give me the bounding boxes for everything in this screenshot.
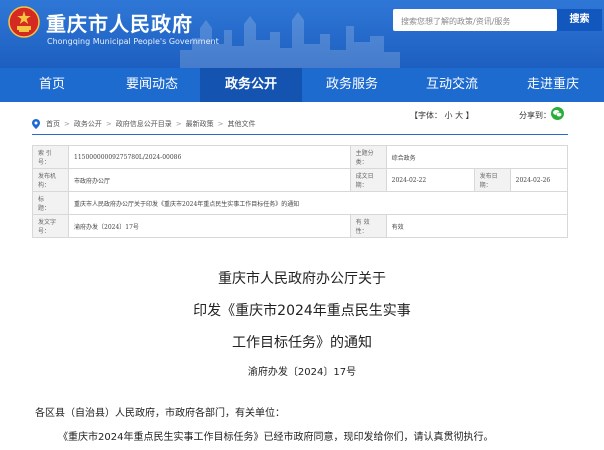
doc-number-value: 渝府办发〔2024〕17号: [68, 214, 351, 238]
nav-item-interaction[interactable]: 互动交流: [402, 68, 502, 102]
search-button[interactable]: 搜索: [557, 9, 602, 31]
site-title[interactable]: 重庆市人民政府: [46, 8, 193, 37]
title-value: 重庆市人民政府办公厅关于印发《重庆市2024年重点民生实事工作目标任务》的通知: [68, 191, 568, 215]
category-value: 综合政务: [385, 145, 569, 169]
nav-item-home[interactable]: 首页: [0, 68, 104, 102]
doc-number-label: 发文字号：: [32, 214, 69, 238]
national-emblem-icon[interactable]: [8, 6, 40, 38]
header-divider: [32, 134, 568, 135]
search-input[interactable]: [393, 10, 549, 33]
document-title-line-2: 印发《重庆市2024年重点民生实事: [193, 303, 411, 319]
skyline-decoration: [180, 12, 400, 68]
site-header: 重庆市人民政府 Chongqing Municipal People's Gov…: [0, 0, 604, 68]
issuer-label: 发布机构：: [32, 168, 69, 192]
wechat-icon[interactable]: [551, 107, 564, 120]
breadcrumb-separator: >: [105, 120, 112, 128]
validity-value: 有效: [385, 214, 569, 238]
index-value: 11500000009275780L/2024-00086: [68, 145, 351, 169]
font-large-button[interactable]: 大: [455, 111, 463, 120]
document-number: 渝府办发〔2024〕17号: [247, 367, 357, 378]
nav-item-gov-services[interactable]: 政务服务: [302, 68, 402, 102]
breadcrumb-latest-policy[interactable]: 最新政策: [186, 119, 214, 129]
issuer-value: 市政府办公厅: [68, 168, 351, 192]
nav-item-gov-affairs[interactable]: 政务公开: [200, 68, 302, 102]
document-title-line-3: 工作目标任务》的通知: [232, 335, 372, 351]
search-box: [393, 9, 557, 33]
document-metadata-table: 索 引 号： 11500000009275780L/2024-00086 主题分…: [32, 145, 569, 238]
document-salutation: 各区县（自治县）人民政府，市政府各部门，有关单位：: [35, 408, 285, 419]
font-size-label: 【字体：: [410, 111, 442, 120]
nav-item-news[interactable]: 要闻动态: [104, 68, 200, 102]
breadcrumb-separator: >: [217, 120, 224, 128]
index-label: 索 引 号：: [32, 145, 69, 169]
category-label: 主题分类：: [349, 145, 387, 169]
validity-label: 有 效 性：: [349, 214, 387, 238]
breadcrumb-separator: >: [64, 120, 70, 128]
nav-item-about-chongqing[interactable]: 走进重庆: [502, 68, 604, 102]
share-label: 分享到：: [519, 111, 551, 120]
published-date-value: 2024-02-26: [509, 168, 569, 192]
breadcrumb-separator: >: [175, 120, 182, 128]
breadcrumb: 首页 > 政务公开 > 政府信息公开目录 > 最新政策 > 其他文件: [32, 115, 572, 133]
location-pin-icon: [32, 119, 40, 129]
font-small-button[interactable]: 小: [445, 111, 453, 120]
document-paragraph: 《重庆市2024年重点民生实事工作目标任务》已经市政府同意，现印发给你们，请认真…: [58, 432, 494, 443]
breadcrumb-other-files[interactable]: 其他文件: [228, 119, 256, 129]
written-date-label: 成文日期：: [349, 168, 387, 192]
breadcrumb-gov-affairs[interactable]: 政务公开: [74, 119, 102, 129]
breadcrumb-home[interactable]: 首页: [46, 119, 60, 129]
published-date-label: 发布日期：: [473, 168, 511, 192]
site-subtitle: Chongqing Municipal People's Government: [47, 37, 219, 46]
title-label: 标 题：: [32, 191, 69, 215]
main-nav: 首页 要闻动态 政务公开 政务服务 互动交流 走进重庆: [0, 68, 604, 102]
font-size-control: 【字体： 小 大 】: [410, 110, 474, 121]
font-size-close: 】: [465, 111, 474, 120]
document-title-line-1: 重庆市人民政府办公厅关于: [218, 271, 386, 287]
breadcrumb-catalog[interactable]: 政府信息公开目录: [116, 119, 172, 129]
written-date-value: 2024-02-22: [385, 168, 475, 192]
